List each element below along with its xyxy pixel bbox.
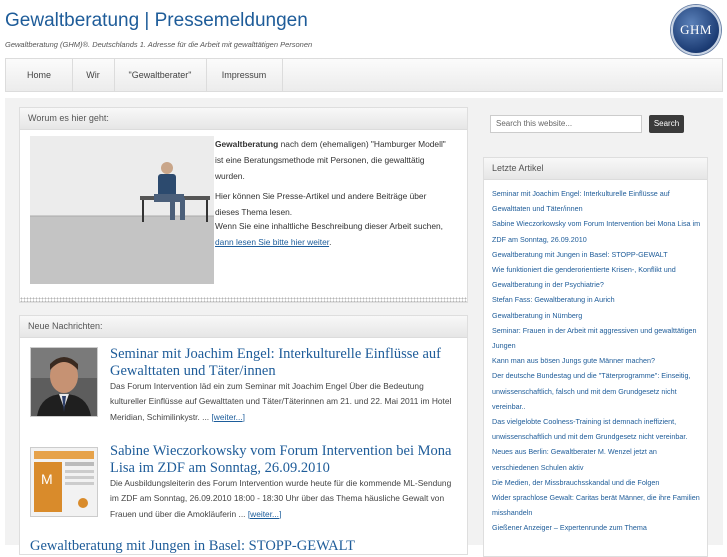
recent-article-link[interactable]: Sabine Wieczorkowsky vom Forum Intervent…	[492, 216, 702, 246]
recent-article-link[interactable]: Seminar mit Joachim Engel: Interkulturel…	[492, 186, 702, 216]
svg-text:M: M	[41, 471, 53, 487]
tv-screenshot-image: M	[31, 448, 97, 516]
recent-article-link[interactable]: Gewaltberatung in Nürnberg	[492, 308, 702, 323]
post-excerpt-2: Die Ausbildungsleiterin des Forum Interv…	[110, 476, 455, 522]
logo-text: GHM	[680, 22, 712, 37]
portrait-image	[31, 348, 97, 416]
news-heading: Neue Nachrichten:	[20, 316, 467, 338]
post-read-more-2[interactable]: [weiter...]	[248, 509, 282, 519]
nav-gewaltberater[interactable]: "Gewaltberater"	[114, 59, 207, 91]
recent-articles-widget: Letzte Artikel Seminar mit Joachim Engel…	[483, 157, 708, 557]
site-tagline: Gewaltberatung (GHM)®. Deutschlands 1. A…	[5, 40, 313, 49]
recent-article-link[interactable]: Seminar: Frauen in der Arbeit mit aggres…	[492, 323, 702, 353]
recent-article-link[interactable]: Die Medien, der Missbrauchsskandal und d…	[492, 475, 702, 490]
main-navigation: Home Wir "Gewaltberater" Impressum	[5, 58, 723, 92]
post-thumbnail-mona-lisa[interactable]: M	[30, 447, 98, 517]
post-title-2[interactable]: Sabine Wieczorkowsky vom Forum Intervent…	[110, 443, 455, 477]
intro-bold: Gewaltberatung	[215, 139, 279, 149]
ghm-logo[interactable]: GHM	[671, 5, 721, 55]
recent-articles-heading: Letzte Artikel	[484, 158, 707, 180]
news-box: Neue Nachrichten: Seminar mit Joachim En…	[19, 315, 468, 555]
divider-dots	[20, 297, 467, 302]
intro-image	[30, 136, 214, 284]
recent-article-link[interactable]: Wie funktioniert die genderorientierte K…	[492, 262, 702, 292]
recent-articles-list: Seminar mit Joachim Engel: Interkulturel…	[492, 186, 702, 536]
nav-home[interactable]: Home	[6, 59, 73, 91]
nav-wir[interactable]: Wir	[72, 59, 115, 91]
intro-paragraph-3: Wenn Sie eine inhaltliche Beschreibung d…	[215, 218, 451, 250]
intro-box: Worum es hier geht: Gewaltberatung nach …	[19, 107, 468, 303]
recent-article-link[interactable]: Kann man aus bösen Jungs gute Männer mac…	[492, 353, 702, 368]
recent-article-link[interactable]: Wider sprachlose Gewalt: Caritas berät M…	[492, 490, 702, 520]
recent-article-link[interactable]: Stefan Fass: Gewaltberatung in Aurich	[492, 292, 702, 307]
waiting-room-illustration	[30, 136, 214, 284]
recent-article-link[interactable]: Der deutsche Bundestag und die "Täterpro…	[492, 368, 702, 414]
intro-paragraph-1: Gewaltberatung nach dem (ehemaligen) "Ha…	[215, 136, 451, 184]
post-excerpt-text-1: Das Forum Intervention läd ein zum Semin…	[110, 381, 452, 422]
recent-article-link[interactable]: Gewaltberatung mit Jungen in Basel: STOP…	[492, 247, 702, 262]
post-title-3[interactable]: Gewaltberatung mit Jungen in Basel: STOP…	[30, 538, 460, 555]
post-excerpt-1: Das Forum Intervention läd ein zum Semin…	[110, 379, 455, 425]
intro-text-3-end: .	[329, 237, 332, 247]
intro-paragraph-2: Hier können Sie Presse-Artikel und ander…	[215, 191, 427, 217]
post-read-more-1[interactable]: [weiter...]	[211, 412, 245, 422]
recent-article-link[interactable]: Gießener Anzeiger – Expertenrunde zum Th…	[492, 520, 702, 535]
recent-article-link[interactable]: Neues aus Berlin: Gewaltberater M. Wenze…	[492, 444, 702, 474]
search-button[interactable]: Search	[649, 115, 684, 133]
post-title-1[interactable]: Seminar mit Joachim Engel: Interkulturel…	[110, 346, 455, 380]
intro-heading: Worum es hier geht:	[20, 108, 467, 130]
nav-impressum[interactable]: Impressum	[206, 59, 283, 91]
site-title[interactable]: Gewaltberatung | Pressemeldungen	[5, 10, 308, 32]
recent-article-link[interactable]: Das vielgelobte Coolness-Training ist de…	[492, 414, 702, 444]
intro-read-more-link[interactable]: dann lesen Sie bitte hier weiter	[215, 237, 329, 247]
post-thumbnail-portrait[interactable]	[30, 347, 98, 417]
intro-text-3: Wenn Sie eine inhaltliche Beschreibung d…	[215, 221, 443, 231]
search-input[interactable]: Search this website...	[490, 115, 642, 133]
